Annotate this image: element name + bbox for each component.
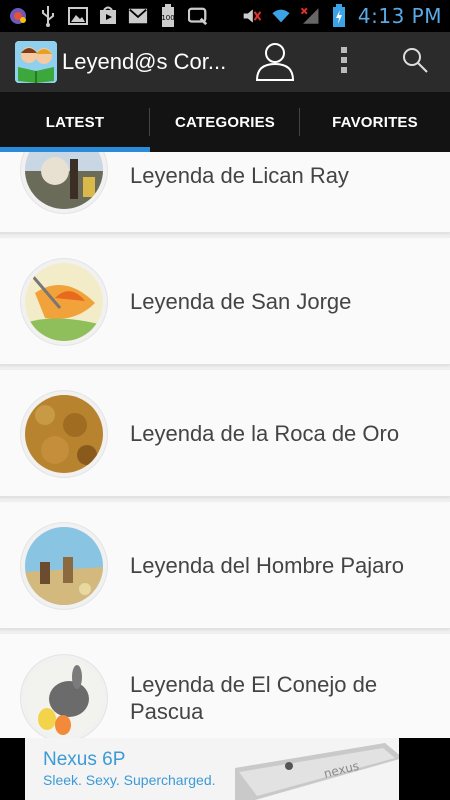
- status-time: 4:13 PM: [357, 4, 442, 28]
- tab-bar: LATEST CATEGORIES FAVORITES: [0, 92, 450, 152]
- search-button[interactable]: [393, 40, 437, 84]
- battery-charging-icon: [329, 4, 349, 27]
- list-item[interactable]: Leyenda de la Roca de Oro: [0, 370, 450, 497]
- profile-icon: [253, 38, 297, 87]
- ad-banner[interactable]: Nexus 6P Sleek. Sexy. Supercharged. nexu…: [0, 738, 450, 800]
- tab-favorites[interactable]: FAVORITES: [300, 92, 450, 152]
- usb-icon: [38, 5, 58, 27]
- app-logo[interactable]: [15, 41, 57, 83]
- legend-thumbnail: [21, 391, 107, 477]
- app-bar: Leyend@s Cor...: [0, 32, 450, 92]
- legend-thumbnail: [21, 523, 107, 609]
- muted-volume-icon: [242, 5, 262, 27]
- list-item[interactable]: Leyenda de El Conejo de Pascua: [0, 634, 450, 738]
- tab-label: CATEGORIES: [174, 113, 276, 131]
- tab-label: LATEST: [45, 113, 105, 131]
- speech-bubble-icon: [188, 5, 208, 27]
- list-item[interactable]: Leyenda de Lican Ray: [0, 152, 450, 233]
- legend-title: Leyenda del Hombre Pajaro: [130, 553, 404, 578]
- notification-icon: [8, 5, 28, 27]
- search-icon: [401, 46, 429, 79]
- legend-list[interactable]: Leyenda de Lican Ray Leyenda de San Jorg…: [0, 152, 450, 738]
- tab-label: FAVORITES: [332, 113, 418, 131]
- legend-thumbnail: [21, 259, 107, 345]
- ad-brand: Nexus 6P: [43, 749, 126, 770]
- svg-text:100: 100: [161, 14, 174, 22]
- legend-title: Leyenda de San Jorge: [130, 289, 352, 314]
- tab-categories[interactable]: CATEGORIES: [150, 92, 300, 152]
- signal-icon: [300, 5, 320, 27]
- legend-thumbnail: [21, 655, 107, 738]
- gmail-icon: [128, 5, 148, 27]
- battery-widget-icon: 100: [158, 4, 178, 27]
- overflow-menu-icon: [339, 46, 349, 79]
- tab-latest[interactable]: LATEST: [0, 92, 150, 152]
- play-store-icon: [98, 5, 118, 27]
- overflow-menu-button[interactable]: [322, 40, 366, 84]
- legend-title: Leyenda de la Roca de Oro: [130, 421, 400, 446]
- legend-thumbnail: [21, 152, 107, 213]
- list-item[interactable]: Leyenda del Hombre Pajaro: [0, 502, 450, 629]
- status-bar: 100 4:13 PM: [0, 0, 450, 32]
- gallery-icon: [68, 5, 88, 27]
- app-title: Leyend@s Cor...: [62, 49, 227, 74]
- wifi-icon: [271, 5, 291, 27]
- legend-title: Leyenda de Lican Ray: [130, 163, 349, 188]
- phone-image: nexus: [235, 743, 399, 800]
- ad-tagline: Sleek. Sexy. Supercharged.: [43, 772, 216, 788]
- list-item[interactable]: Leyenda de San Jorge: [0, 238, 450, 365]
- ad-content[interactable]: Nexus 6P Sleek. Sexy. Supercharged. nexu…: [25, 738, 399, 800]
- profile-button[interactable]: [253, 40, 297, 84]
- legend-title: Leyenda de El Conejo de Pascua: [130, 672, 378, 724]
